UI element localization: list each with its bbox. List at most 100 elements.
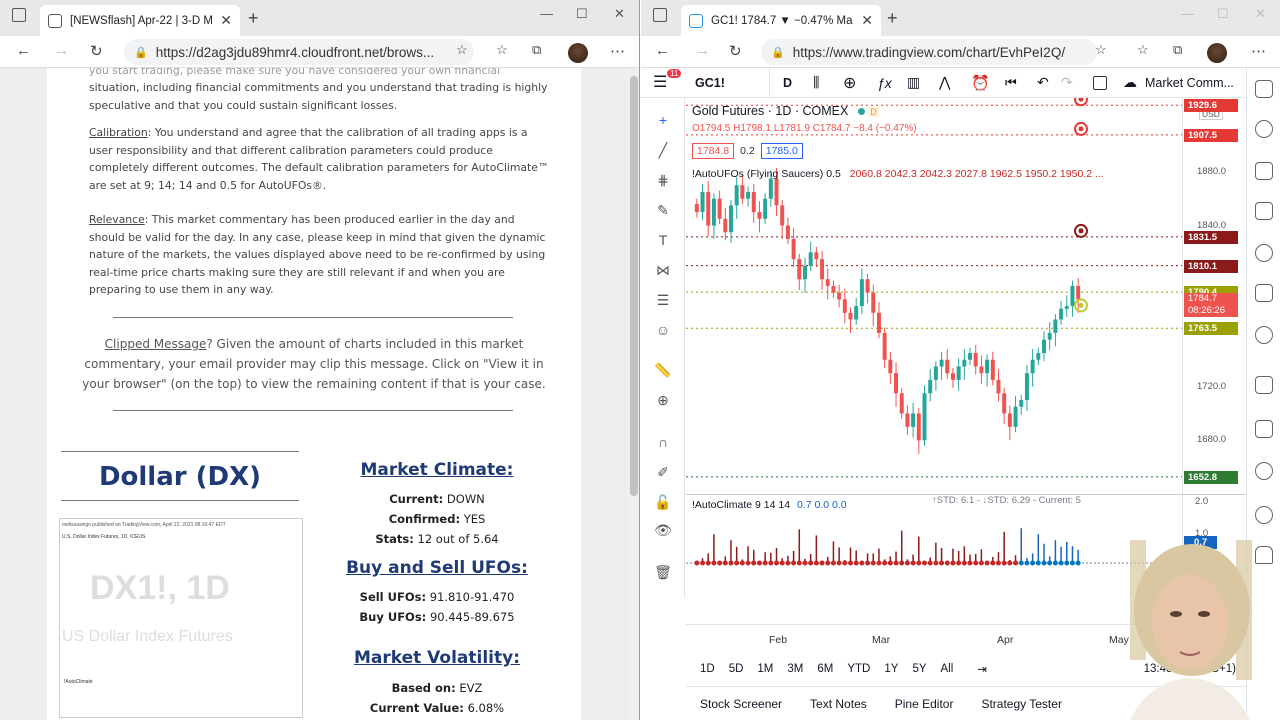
close-tab-icon[interactable]: ✕: [861, 12, 873, 29]
new-tab-icon[interactable]: +: [248, 8, 259, 29]
emoji-icon[interactable]: ☺: [653, 320, 673, 340]
range-5y[interactable]: 5Y: [912, 663, 926, 675]
minimize-icon[interactable]: —: [540, 6, 553, 21]
goto-date-icon[interactable]: ⇥: [977, 662, 987, 676]
refresh-icon[interactable]: ↻: [729, 42, 742, 60]
osc-title[interactable]: !AutoClimate 9 14 14: [692, 499, 790, 511]
tab-stock-screener[interactable]: Stock Screener: [700, 697, 782, 711]
compare-icon[interactable]: ⊕: [843, 73, 856, 93]
lock-drawing-icon[interactable]: ✐: [653, 462, 673, 482]
collections-icon[interactable]: ⧉: [532, 42, 541, 58]
profile-avatar[interactable]: [568, 43, 588, 63]
dollar-chart-thumbnail[interactable]: melissasingo published on TradingView.co…: [59, 518, 303, 718]
trendline-icon[interactable]: ╱: [653, 140, 673, 160]
new-tab-icon[interactable]: +: [887, 8, 898, 29]
url-field[interactable]: 🔒 https://d2ag3jdu89hmr4.cloudfront.net/…: [124, 39, 474, 65]
scrollbar-thumb[interactable]: [630, 76, 638, 496]
bid-price[interactable]: 1784.8: [692, 143, 735, 159]
brush-icon[interactable]: ✎: [653, 200, 673, 220]
symbol-search[interactable]: GC1!: [695, 76, 725, 90]
broadcast-icon[interactable]: [1255, 506, 1273, 524]
bar-style-icon[interactable]: ⫼: [813, 74, 819, 91]
tab-actions-icon[interactable]: [653, 8, 667, 22]
interval-button[interactable]: D: [783, 76, 792, 90]
crosshair-icon[interactable]: +: [653, 110, 673, 130]
undo-icon[interactable]: ↶: [1037, 74, 1049, 91]
range-5d[interactable]: 5D: [729, 663, 744, 675]
tab-newsflash[interactable]: [NEWSflash] Apr-22 | 3-D Market ✕: [40, 5, 240, 36]
price-chart[interactable]: Gold Futures · 1D · COMEX D O1794.5 H179…: [686, 92, 1182, 494]
email-scrollbar[interactable]: [628, 68, 639, 720]
pattern-icon[interactable]: ⋈: [653, 260, 673, 280]
range-ytd[interactable]: YTD: [847, 663, 870, 675]
replay-icon[interactable]: ⏮: [1005, 75, 1017, 91]
fib-icon[interactable]: ⋕: [653, 170, 673, 190]
menu-icon[interactable]: ⋯: [1251, 42, 1266, 60]
range-6m[interactable]: 6M: [817, 663, 833, 675]
text-tool-icon[interactable]: T: [653, 230, 673, 250]
osc-values: 0.7 0.0 0.0: [796, 499, 847, 511]
indicator-name[interactable]: !AutoUFOs (Flying Saucers) 0.5: [692, 168, 841, 180]
lock-all-icon[interactable]: 🔓: [653, 492, 673, 512]
hotlist-icon[interactable]: [1255, 202, 1273, 220]
maximize-icon[interactable]: ☐: [576, 6, 588, 22]
tab-actions-icon[interactable]: [12, 8, 26, 22]
legend-title[interactable]: Gold Futures · 1D · COMEX: [692, 104, 848, 118]
layout-name[interactable]: Market Comm...: [1145, 76, 1241, 90]
back-icon[interactable]: ←: [655, 42, 670, 59]
favorites-icon[interactable]: ☆: [496, 42, 508, 58]
close-window-icon[interactable]: ✕: [1255, 6, 1266, 22]
tab-strategy-tester[interactable]: Strategy Tester: [981, 697, 1061, 711]
tab-text-notes[interactable]: Text Notes: [810, 697, 867, 711]
indicators-icon[interactable]: ƒx: [877, 75, 892, 91]
profile-avatar[interactable]: [1207, 43, 1227, 63]
forward-icon[interactable]: →: [695, 42, 710, 59]
magnet-icon[interactable]: ∩: [653, 432, 673, 452]
data-window-icon[interactable]: [1255, 162, 1273, 180]
zoom-icon[interactable]: ⊕: [653, 390, 673, 410]
grid-icon[interactable]: [1255, 284, 1273, 302]
templates-icon[interactable]: ▥: [907, 74, 920, 91]
osc-legend: !AutoClimate 9 14 14 0.7 0.0 0.0: [692, 499, 847, 511]
chat-icon[interactable]: [1255, 420, 1273, 438]
close-tab-icon[interactable]: ✕: [220, 12, 232, 29]
cloud-icon[interactable]: ☁: [1123, 74, 1137, 91]
price-scale[interactable]: USD 1880.01840.01760.01720.01680.01929.6…: [1182, 98, 1246, 494]
redo-icon[interactable]: ↷: [1061, 74, 1073, 91]
range-all[interactable]: All: [941, 663, 954, 675]
hamburger-menu-icon[interactable]: ☰: [653, 72, 667, 92]
forward-icon[interactable]: →: [54, 42, 69, 59]
alert-icon[interactable]: ⏰: [971, 74, 990, 92]
streams-icon[interactable]: [1255, 376, 1273, 394]
alerts-icon[interactable]: [1255, 120, 1273, 138]
calendar-icon[interactable]: [1255, 244, 1273, 262]
tab-tradingview[interactable]: GC1! 1784.7 ▼ −0.47% Market C ✕: [681, 5, 881, 36]
watchlist-icon[interactable]: [1255, 80, 1273, 98]
favorites-icon[interactable]: ☆: [1137, 42, 1149, 58]
eye-icon[interactable]: 👁: [653, 520, 673, 540]
fullscreen-icon[interactable]: [1093, 75, 1107, 90]
signal-icon[interactable]: [1255, 462, 1273, 480]
prediction-icon[interactable]: ☰: [653, 290, 673, 310]
ask-price[interactable]: 1785.0: [760, 143, 803, 159]
range-1m[interactable]: 1M: [757, 663, 773, 675]
ruler-icon[interactable]: 📏: [653, 360, 673, 380]
tab-pine-editor[interactable]: Pine Editor: [895, 697, 954, 711]
minimize-icon[interactable]: —: [1181, 6, 1194, 21]
add-favorite-icon[interactable]: ☆: [456, 42, 468, 58]
refresh-icon[interactable]: ↻: [90, 42, 103, 60]
osc-dot: [939, 560, 945, 566]
range-1d[interactable]: 1D: [700, 663, 715, 675]
ideas-icon[interactable]: [1255, 326, 1273, 344]
strategy-icon[interactable]: ⋀: [939, 74, 950, 91]
trash-icon[interactable]: 🗑: [653, 562, 673, 582]
back-icon[interactable]: ←: [16, 42, 31, 59]
range-1y[interactable]: 1Y: [884, 663, 898, 675]
close-window-icon[interactable]: ✕: [614, 6, 625, 22]
maximize-icon[interactable]: ☐: [1217, 6, 1229, 22]
range-3m[interactable]: 3M: [787, 663, 803, 675]
add-favorite-icon[interactable]: ☆: [1095, 42, 1107, 58]
collections-icon[interactable]: ⧉: [1173, 42, 1182, 58]
menu-icon[interactable]: ⋯: [610, 42, 625, 60]
url-field[interactable]: 🔒 https://www.tradingview.com/chart/EvhP…: [761, 39, 1097, 65]
